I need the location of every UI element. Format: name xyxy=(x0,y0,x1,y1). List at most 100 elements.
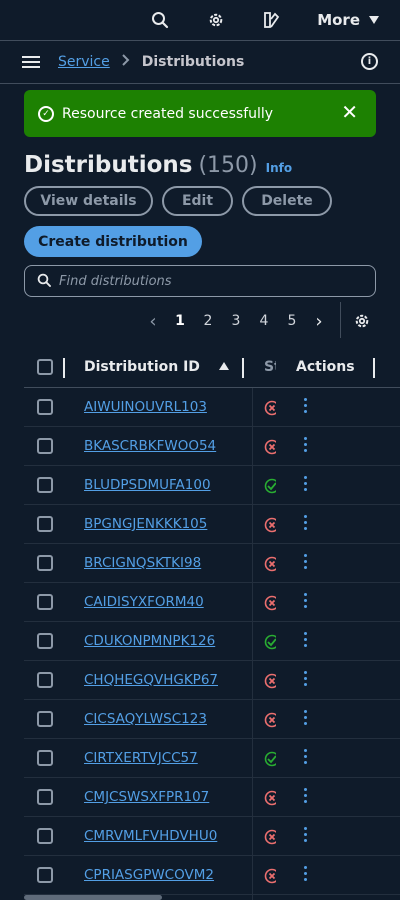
status-error-icon xyxy=(264,556,276,572)
page-title: Distributions xyxy=(24,152,193,178)
table-row: CAIDISYXFORM40 xyxy=(24,583,400,622)
page-2[interactable]: 2 xyxy=(194,313,222,329)
distribution-id-link[interactable]: CMJCSWSXFPR107 xyxy=(84,789,209,805)
column-status[interactable]: Status xyxy=(264,359,276,375)
page-5[interactable]: 5 xyxy=(278,313,306,329)
distribution-id-link[interactable]: BLUDPSDMUFA100 xyxy=(84,477,211,493)
distributions-table: Distribution ID Status Actions AIWUINOUV… xyxy=(24,348,400,895)
distribution-id-link[interactable]: CDUKONPMNPK126 xyxy=(84,633,215,649)
column-resizer[interactable] xyxy=(242,358,244,378)
action-buttons: View details Edit Delete xyxy=(24,186,332,216)
more-vertical-icon[interactable] xyxy=(304,866,307,881)
table-row: CMJCSWSXFPR107 xyxy=(24,778,400,817)
theme-icon[interactable] xyxy=(261,9,283,31)
top-navigation: More xyxy=(0,0,400,40)
column-distribution-id[interactable]: Distribution ID xyxy=(84,359,200,375)
more-vertical-icon[interactable] xyxy=(304,398,307,413)
status-success-icon xyxy=(264,751,276,767)
row-checkbox[interactable] xyxy=(37,789,53,805)
more-vertical-icon[interactable] xyxy=(304,476,307,491)
more-vertical-icon[interactable] xyxy=(304,827,307,842)
delete-button[interactable]: Delete xyxy=(242,186,332,216)
row-checkbox[interactable] xyxy=(37,711,53,727)
row-checkbox[interactable] xyxy=(37,867,53,883)
more-vertical-icon[interactable] xyxy=(304,593,307,608)
select-all-checkbox[interactable] xyxy=(37,359,53,375)
edit-button[interactable]: Edit xyxy=(162,186,233,216)
status-error-icon xyxy=(264,673,276,689)
table-row: CIRTXERTVJCC57 xyxy=(24,739,400,778)
next-page-icon[interactable]: › xyxy=(306,311,332,332)
row-checkbox[interactable] xyxy=(37,633,53,649)
status-success-icon xyxy=(264,478,276,494)
more-vertical-icon[interactable] xyxy=(304,554,307,569)
distribution-id-link[interactable]: CMRVMLFVHDVHU0 xyxy=(84,828,217,844)
view-details-button[interactable]: View details xyxy=(24,186,153,216)
pagination: ‹ 1 2 3 4 5 › xyxy=(140,308,332,334)
search-input[interactable] xyxy=(59,273,339,289)
row-checkbox[interactable] xyxy=(37,555,53,571)
previous-page-icon[interactable]: ‹ xyxy=(140,311,166,332)
distribution-id-link[interactable]: BPGNGJENKKK105 xyxy=(84,516,207,532)
distribution-id-link[interactable]: CAIDISYXFORM40 xyxy=(84,594,204,610)
crumb-divider xyxy=(0,83,400,84)
distribution-id-link[interactable]: AIWUINOUVRL103 xyxy=(84,399,207,415)
close-icon[interactable]: ✕ xyxy=(341,102,358,122)
row-checkbox[interactable] xyxy=(37,399,53,415)
column-resizer[interactable] xyxy=(373,358,375,378)
distribution-id-link[interactable]: CPRIASGPWCOVM2 xyxy=(84,867,214,883)
info-icon[interactable]: i xyxy=(361,53,378,70)
table-row: CHQHEGQVHGKP67 xyxy=(24,661,400,700)
menu-icon[interactable] xyxy=(22,56,40,68)
more-vertical-icon[interactable] xyxy=(304,788,307,803)
distribution-id-link[interactable]: CIRTXERTVJCC57 xyxy=(84,750,198,766)
table-row: AIWUINOUVRL103 xyxy=(24,388,400,427)
table-row: CICSAQYLWSC123 xyxy=(24,700,400,739)
row-checkbox[interactable] xyxy=(37,828,53,844)
status-error-icon xyxy=(264,790,276,806)
column-separator xyxy=(252,388,253,900)
item-count: (150) xyxy=(198,153,258,178)
gear-icon[interactable] xyxy=(205,9,227,31)
more-vertical-icon[interactable] xyxy=(304,515,307,530)
table-preferences-gear-icon[interactable] xyxy=(353,312,371,330)
flash-message: Resource created successfully xyxy=(62,105,274,122)
status-error-icon xyxy=(264,712,276,728)
status-success-icon xyxy=(264,634,276,650)
more-vertical-icon[interactable] xyxy=(304,632,307,647)
check-circle-icon: ✓ xyxy=(38,105,54,122)
row-checkbox[interactable] xyxy=(37,516,53,532)
more-vertical-icon[interactable] xyxy=(304,710,307,725)
table-row: CMRVMLFVHDVHU0 xyxy=(24,817,400,856)
search-icon[interactable] xyxy=(149,9,171,31)
distribution-id-link[interactable]: BRCIGNQSKTKI98 xyxy=(84,555,201,571)
more-vertical-icon[interactable] xyxy=(304,749,307,764)
success-flash: ✓ Resource created successfully ✕ xyxy=(24,90,376,137)
row-checkbox[interactable] xyxy=(37,438,53,454)
distribution-id-link[interactable]: CICSAQYLWSC123 xyxy=(84,711,207,727)
more-vertical-icon[interactable] xyxy=(304,437,307,452)
caret-down-icon xyxy=(368,11,380,29)
status-error-icon xyxy=(264,868,276,884)
distribution-id-link[interactable]: BKASCRBKFWOO54 xyxy=(84,438,216,454)
search-icon xyxy=(37,272,51,291)
breadcrumb-service-link[interactable]: Service xyxy=(58,54,110,70)
more-vertical-icon[interactable] xyxy=(304,671,307,686)
search-field xyxy=(24,265,376,297)
create-distribution-button[interactable]: Create distribution xyxy=(24,226,202,257)
page-4[interactable]: 4 xyxy=(250,313,278,329)
horizontal-scrollbar[interactable] xyxy=(24,895,162,900)
row-checkbox[interactable] xyxy=(37,672,53,688)
table-row: BPGNGJENKKK105 xyxy=(24,505,400,544)
more-menu-button[interactable]: More xyxy=(317,11,380,29)
breadcrumb-current: Distributions xyxy=(141,54,245,70)
row-checkbox[interactable] xyxy=(37,594,53,610)
row-checkbox[interactable] xyxy=(37,477,53,493)
distribution-id-link[interactable]: CHQHEGQVHGKP67 xyxy=(84,672,218,688)
status-error-icon xyxy=(264,439,276,455)
column-resizer[interactable] xyxy=(63,358,65,378)
row-checkbox[interactable] xyxy=(37,750,53,766)
info-link[interactable]: Info xyxy=(266,161,292,175)
page-3[interactable]: 3 xyxy=(222,313,250,329)
page-1[interactable]: 1 xyxy=(166,313,194,329)
